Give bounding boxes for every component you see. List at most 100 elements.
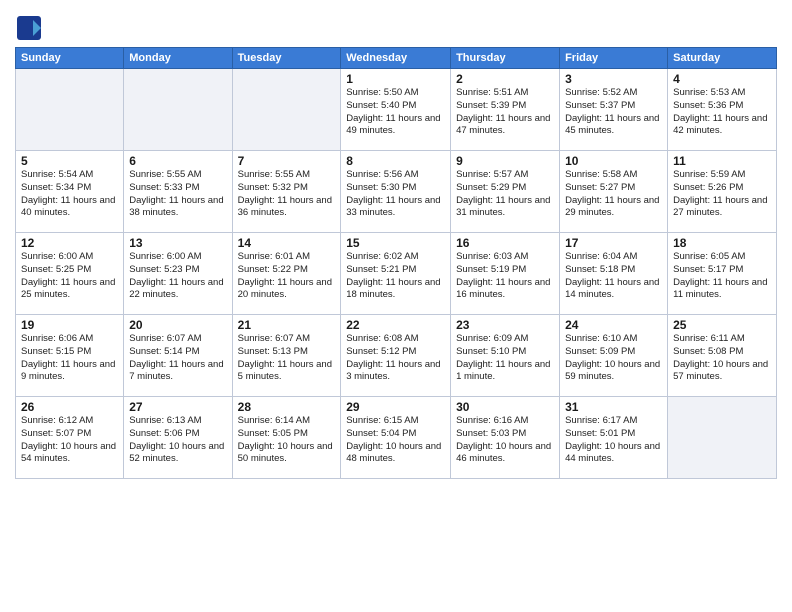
day-cell: 25Sunrise: 6:11 AM Sunset: 5:08 PM Dayli… — [668, 315, 777, 397]
day-info: Sunrise: 6:07 AM Sunset: 5:13 PM Dayligh… — [238, 333, 336, 384]
day-number: 4 — [673, 72, 771, 86]
col-header-friday: Friday — [560, 48, 668, 69]
day-cell: 7Sunrise: 5:55 AM Sunset: 5:32 PM Daylig… — [232, 151, 341, 233]
day-number: 31 — [565, 400, 662, 414]
day-cell: 10Sunrise: 5:58 AM Sunset: 5:27 PM Dayli… — [560, 151, 668, 233]
day-info: Sunrise: 6:01 AM Sunset: 5:22 PM Dayligh… — [238, 251, 336, 302]
day-number: 15 — [346, 236, 445, 250]
logo — [15, 14, 46, 42]
day-info: Sunrise: 6:08 AM Sunset: 5:12 PM Dayligh… — [346, 333, 445, 384]
day-cell: 13Sunrise: 6:00 AM Sunset: 5:23 PM Dayli… — [124, 233, 232, 315]
week-row-2: 5Sunrise: 5:54 AM Sunset: 5:34 PM Daylig… — [16, 151, 777, 233]
day-number: 22 — [346, 318, 445, 332]
week-row-1: 1Sunrise: 5:50 AM Sunset: 5:40 PM Daylig… — [16, 69, 777, 151]
day-number: 13 — [129, 236, 226, 250]
day-info: Sunrise: 5:56 AM Sunset: 5:30 PM Dayligh… — [346, 169, 445, 220]
day-number: 2 — [456, 72, 554, 86]
col-header-tuesday: Tuesday — [232, 48, 341, 69]
day-info: Sunrise: 6:12 AM Sunset: 5:07 PM Dayligh… — [21, 415, 118, 466]
day-number: 16 — [456, 236, 554, 250]
day-cell — [124, 69, 232, 151]
day-info: Sunrise: 6:16 AM Sunset: 5:03 PM Dayligh… — [456, 415, 554, 466]
col-header-wednesday: Wednesday — [341, 48, 451, 69]
day-number: 12 — [21, 236, 118, 250]
day-number: 18 — [673, 236, 771, 250]
day-info: Sunrise: 5:53 AM Sunset: 5:36 PM Dayligh… — [673, 87, 771, 138]
day-info: Sunrise: 5:50 AM Sunset: 5:40 PM Dayligh… — [346, 87, 445, 138]
day-number: 3 — [565, 72, 662, 86]
day-info: Sunrise: 6:06 AM Sunset: 5:15 PM Dayligh… — [21, 333, 118, 384]
day-cell: 17Sunrise: 6:04 AM Sunset: 5:18 PM Dayli… — [560, 233, 668, 315]
day-cell: 3Sunrise: 5:52 AM Sunset: 5:37 PM Daylig… — [560, 69, 668, 151]
day-number: 9 — [456, 154, 554, 168]
day-cell: 16Sunrise: 6:03 AM Sunset: 5:19 PM Dayli… — [451, 233, 560, 315]
day-cell: 23Sunrise: 6:09 AM Sunset: 5:10 PM Dayli… — [451, 315, 560, 397]
day-cell: 9Sunrise: 5:57 AM Sunset: 5:29 PM Daylig… — [451, 151, 560, 233]
day-number: 28 — [238, 400, 336, 414]
day-cell: 30Sunrise: 6:16 AM Sunset: 5:03 PM Dayli… — [451, 397, 560, 479]
day-number: 6 — [129, 154, 226, 168]
day-number: 23 — [456, 318, 554, 332]
day-cell: 27Sunrise: 6:13 AM Sunset: 5:06 PM Dayli… — [124, 397, 232, 479]
day-info: Sunrise: 6:11 AM Sunset: 5:08 PM Dayligh… — [673, 333, 771, 384]
day-number: 11 — [673, 154, 771, 168]
day-cell — [668, 397, 777, 479]
day-cell: 19Sunrise: 6:06 AM Sunset: 5:15 PM Dayli… — [16, 315, 124, 397]
day-info: Sunrise: 6:09 AM Sunset: 5:10 PM Dayligh… — [456, 333, 554, 384]
day-number: 30 — [456, 400, 554, 414]
day-cell: 15Sunrise: 6:02 AM Sunset: 5:21 PM Dayli… — [341, 233, 451, 315]
day-number: 7 — [238, 154, 336, 168]
day-info: Sunrise: 6:04 AM Sunset: 5:18 PM Dayligh… — [565, 251, 662, 302]
day-info: Sunrise: 6:10 AM Sunset: 5:09 PM Dayligh… — [565, 333, 662, 384]
day-info: Sunrise: 6:13 AM Sunset: 5:06 PM Dayligh… — [129, 415, 226, 466]
day-number: 10 — [565, 154, 662, 168]
day-number: 5 — [21, 154, 118, 168]
day-info: Sunrise: 6:14 AM Sunset: 5:05 PM Dayligh… — [238, 415, 336, 466]
day-info: Sunrise: 6:07 AM Sunset: 5:14 PM Dayligh… — [129, 333, 226, 384]
day-info: Sunrise: 5:58 AM Sunset: 5:27 PM Dayligh… — [565, 169, 662, 220]
day-cell — [16, 69, 124, 151]
day-number: 19 — [21, 318, 118, 332]
day-info: Sunrise: 6:00 AM Sunset: 5:23 PM Dayligh… — [129, 251, 226, 302]
day-number: 27 — [129, 400, 226, 414]
col-header-sunday: Sunday — [16, 48, 124, 69]
day-cell: 20Sunrise: 6:07 AM Sunset: 5:14 PM Dayli… — [124, 315, 232, 397]
header-row: SundayMondayTuesdayWednesdayThursdayFrid… — [16, 48, 777, 69]
day-cell: 31Sunrise: 6:17 AM Sunset: 5:01 PM Dayli… — [560, 397, 668, 479]
day-cell: 4Sunrise: 5:53 AM Sunset: 5:36 PM Daylig… — [668, 69, 777, 151]
day-info: Sunrise: 6:00 AM Sunset: 5:25 PM Dayligh… — [21, 251, 118, 302]
day-cell — [232, 69, 341, 151]
day-cell: 2Sunrise: 5:51 AM Sunset: 5:39 PM Daylig… — [451, 69, 560, 151]
week-row-3: 12Sunrise: 6:00 AM Sunset: 5:25 PM Dayli… — [16, 233, 777, 315]
col-header-thursday: Thursday — [451, 48, 560, 69]
day-cell: 24Sunrise: 6:10 AM Sunset: 5:09 PM Dayli… — [560, 315, 668, 397]
col-header-saturday: Saturday — [668, 48, 777, 69]
day-cell: 28Sunrise: 6:14 AM Sunset: 5:05 PM Dayli… — [232, 397, 341, 479]
day-number: 20 — [129, 318, 226, 332]
day-info: Sunrise: 6:02 AM Sunset: 5:21 PM Dayligh… — [346, 251, 445, 302]
day-info: Sunrise: 6:03 AM Sunset: 5:19 PM Dayligh… — [456, 251, 554, 302]
day-cell: 21Sunrise: 6:07 AM Sunset: 5:13 PM Dayli… — [232, 315, 341, 397]
day-cell: 8Sunrise: 5:56 AM Sunset: 5:30 PM Daylig… — [341, 151, 451, 233]
day-cell: 11Sunrise: 5:59 AM Sunset: 5:26 PM Dayli… — [668, 151, 777, 233]
day-info: Sunrise: 5:55 AM Sunset: 5:32 PM Dayligh… — [238, 169, 336, 220]
day-number: 25 — [673, 318, 771, 332]
header — [15, 10, 777, 42]
day-info: Sunrise: 5:51 AM Sunset: 5:39 PM Dayligh… — [456, 87, 554, 138]
day-cell: 5Sunrise: 5:54 AM Sunset: 5:34 PM Daylig… — [16, 151, 124, 233]
calendar-table: SundayMondayTuesdayWednesdayThursdayFrid… — [15, 47, 777, 479]
day-cell: 29Sunrise: 6:15 AM Sunset: 5:04 PM Dayli… — [341, 397, 451, 479]
day-cell: 18Sunrise: 6:05 AM Sunset: 5:17 PM Dayli… — [668, 233, 777, 315]
day-cell: 14Sunrise: 6:01 AM Sunset: 5:22 PM Dayli… — [232, 233, 341, 315]
day-info: Sunrise: 5:57 AM Sunset: 5:29 PM Dayligh… — [456, 169, 554, 220]
day-info: Sunrise: 5:54 AM Sunset: 5:34 PM Dayligh… — [21, 169, 118, 220]
day-number: 29 — [346, 400, 445, 414]
day-info: Sunrise: 6:17 AM Sunset: 5:01 PM Dayligh… — [565, 415, 662, 466]
day-info: Sunrise: 5:52 AM Sunset: 5:37 PM Dayligh… — [565, 87, 662, 138]
day-info: Sunrise: 5:55 AM Sunset: 5:33 PM Dayligh… — [129, 169, 226, 220]
day-number: 17 — [565, 236, 662, 250]
day-info: Sunrise: 5:59 AM Sunset: 5:26 PM Dayligh… — [673, 169, 771, 220]
col-header-monday: Monday — [124, 48, 232, 69]
day-number: 1 — [346, 72, 445, 86]
day-info: Sunrise: 6:15 AM Sunset: 5:04 PM Dayligh… — [346, 415, 445, 466]
